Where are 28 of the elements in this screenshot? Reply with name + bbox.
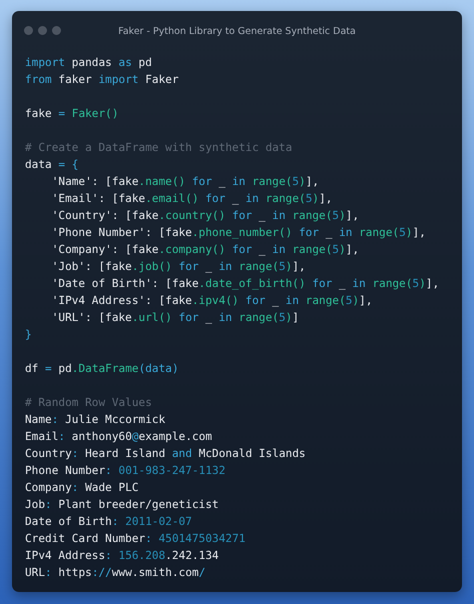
code-line: Company: Wade PLC xyxy=(25,480,139,496)
code-line: 'URL': [fake.url() for _ in range(5)] xyxy=(50,310,299,326)
code-line: from faker import Faker xyxy=(25,72,179,88)
code-line: fake = Faker() xyxy=(25,106,119,122)
code-line: 'Name': [fake.name() for _ in range(5)], xyxy=(50,174,319,190)
code-line: # Create a DataFrame with synthetic data xyxy=(25,140,292,156)
code-line: 'Email': [fake.email() for _ in range(5)], xyxy=(50,191,332,207)
code-line: # Random Row Values xyxy=(25,395,152,411)
code-line: Phone Number: 001-983-247-1132 xyxy=(25,463,226,479)
code-line: Job: Plant breeder/geneticist xyxy=(25,497,219,513)
code-line: IPv4 Address: 156.208.242.134 xyxy=(25,548,219,564)
code-line: Credit Card Number: 4501475034271 xyxy=(25,531,246,547)
code-line: 'Company': [fake.company() for _ in range(5)], xyxy=(50,242,360,258)
code-line: URL: https://www.smith.com/ xyxy=(25,565,206,581)
code-line: Country: Heard Island and McDonald Islands xyxy=(25,446,306,462)
code-line: data = { xyxy=(25,157,78,173)
code-line: } xyxy=(25,327,32,343)
code-line: df = pd.DataFrame(data) xyxy=(25,361,179,377)
code-line: 'Date of Birth': [fake.date_of_birth() for _ in range(5)], xyxy=(50,276,440,292)
window-title: Faker - Python Library to Generate Synthetic Data xyxy=(118,26,356,36)
code-line: import pandas as pd xyxy=(25,55,152,71)
code-line: 'Country': [fake.country() for _ in range(5)], xyxy=(50,208,360,224)
code-line: Date of Birth: 2011-02-07 xyxy=(25,514,192,530)
code-line: 'Job': [fake.job() for _ in range(5)], xyxy=(50,259,306,275)
code-line: Name: Julie Mccormick xyxy=(25,412,166,428)
code-line: 'IPv4 Address': [fake.ipv4() for _ in range(5)], xyxy=(50,293,372,309)
code-line: Email: anthony60@example.com xyxy=(25,429,212,445)
code-line: 'Phone Number': [fake.phone_number() for _ in range(5)], xyxy=(50,225,426,241)
